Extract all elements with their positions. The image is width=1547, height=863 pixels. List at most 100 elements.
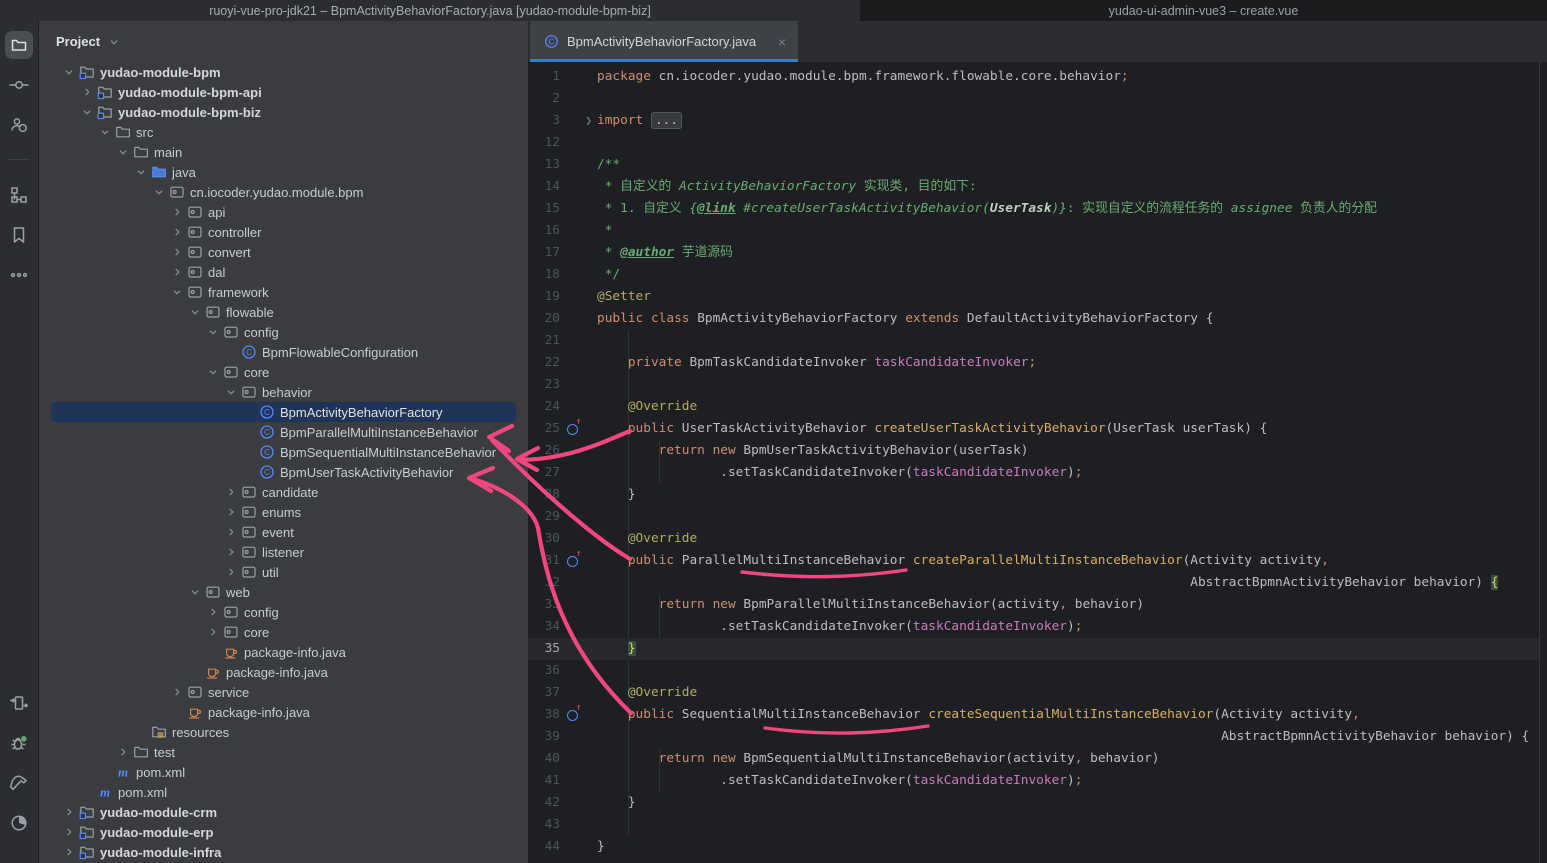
tree-item-test[interactable]: test (39, 742, 528, 762)
chevron-down-icon[interactable] (206, 365, 223, 379)
code-line-3[interactable]: 3❯import ... (528, 110, 1547, 132)
tree-item-web[interactable]: web (39, 582, 528, 602)
code-line-41[interactable]: 41 .setTaskCandidateInvoker(taskCandidat… (528, 770, 1547, 792)
scrollbar-track[interactable] (1539, 62, 1540, 863)
chevron-down-icon[interactable] (98, 125, 115, 139)
code-line-39[interactable]: 39 AbstractBpmnActivityBehavior behavior… (528, 726, 1547, 748)
code-line-34[interactable]: 34 .setTaskCandidateInvoker(taskCandidat… (528, 616, 1547, 638)
tree-item-config[interactable]: config (39, 602, 528, 622)
tree-item-behavior[interactable]: behavior (39, 382, 528, 402)
services-icon[interactable] (5, 689, 33, 717)
build-icon[interactable] (5, 769, 33, 797)
tree-item-api[interactable]: api (39, 202, 528, 222)
tree-item-config[interactable]: config (39, 322, 528, 342)
tree-item-core[interactable]: core (39, 362, 528, 382)
chevron-right-icon[interactable] (116, 745, 133, 759)
chevron-right-icon[interactable] (62, 825, 79, 839)
debug-icon[interactable] (5, 729, 33, 757)
code-line-43[interactable]: 43 (528, 814, 1547, 836)
project-tool-icon[interactable] (5, 31, 33, 59)
tree-item-event[interactable]: event (39, 522, 528, 542)
code-area[interactable]: 1package cn.iocoder.yudao.module.bpm.fra… (528, 66, 1547, 858)
code-line-35[interactable]: 35 } (528, 638, 1539, 660)
code-line-27[interactable]: 27 .setTaskCandidateInvoker(taskCandidat… (528, 462, 1547, 484)
code-line-42[interactable]: 42 } (528, 792, 1547, 814)
chevron-right-icon[interactable] (206, 625, 223, 639)
code-line-40[interactable]: 40 return new BpmSequentialMultiInstance… (528, 748, 1547, 770)
code-line-1[interactable]: 1package cn.iocoder.yudao.module.bpm.fra… (528, 66, 1547, 88)
code-line-36[interactable]: 36 (528, 660, 1547, 682)
tree-item-flowable[interactable]: flowable (39, 302, 528, 322)
code-line-23[interactable]: 23 (528, 374, 1547, 396)
code-editor[interactable]: 1package cn.iocoder.yudao.module.bpm.fra… (528, 62, 1547, 863)
tree-item-framework[interactable]: framework (39, 282, 528, 302)
tab-bpm-activity-behavior-factory[interactable]: C BpmActivityBehaviorFactory.java × (530, 21, 798, 62)
code-line-16[interactable]: 16 * (528, 220, 1547, 242)
chevron-right-icon[interactable] (62, 805, 79, 819)
tree-item-package-info-java[interactable]: package-info.java (39, 702, 528, 722)
chevron-right-icon[interactable] (224, 525, 241, 539)
overriding-method-icon[interactable]: ↑ (567, 556, 578, 567)
tree-item-pom-xml[interactable]: mpom.xml (39, 762, 528, 782)
tree-item-core[interactable]: core (39, 622, 528, 642)
tree-item-bpmsequentialmultiinstancebehavior[interactable]: CBpmSequentialMultiInstanceBehavior (39, 442, 528, 462)
chevron-right-icon[interactable] (62, 845, 79, 859)
project-panel-header[interactable]: Project (39, 21, 528, 62)
chevron-right-icon[interactable] (170, 245, 187, 259)
chevron-right-icon[interactable] (224, 545, 241, 559)
fold-chevron-icon[interactable]: ❯ (585, 110, 592, 132)
code-line-18[interactable]: 18 */ (528, 264, 1547, 286)
tree-item-package-info-java[interactable]: package-info.java (39, 662, 528, 682)
chevron-down-icon[interactable] (134, 165, 151, 179)
tree-item-pom-xml[interactable]: mpom.xml (39, 782, 528, 802)
tree-item-util[interactable]: util (39, 562, 528, 582)
tree-item-bpmactivitybehaviorfactory[interactable]: CBpmActivityBehaviorFactory (39, 402, 528, 422)
chevron-right-icon[interactable] (80, 85, 97, 99)
code-line-38[interactable]: 38↑ public SequentialMultiInstanceBehavi… (528, 704, 1547, 726)
code-line-22[interactable]: 22 private BpmTaskCandidateInvoker taskC… (528, 352, 1547, 374)
tree-item-yudao-module-bpm-biz[interactable]: yudao-module-bpm-biz (39, 102, 528, 122)
code-line-2[interactable]: 2 (528, 88, 1547, 110)
code-line-21[interactable]: 21 (528, 330, 1547, 352)
tree-item-controller[interactable]: controller (39, 222, 528, 242)
tree-item-resources[interactable]: resources (39, 722, 528, 742)
code-line-20[interactable]: 20public class BpmActivityBehaviorFactor… (528, 308, 1547, 330)
profiler-icon[interactable] (5, 809, 33, 837)
tree-item-yudao-module-bpm[interactable]: yudao-module-bpm (39, 62, 528, 82)
tree-item-yudao-module-crm[interactable]: yudao-module-crm (39, 802, 528, 822)
chevron-down-icon[interactable] (206, 325, 223, 339)
tree-item-main[interactable]: main (39, 142, 528, 162)
code-line-33[interactable]: 33 return new BpmParallelMultiInstanceBe… (528, 594, 1547, 616)
chevron-down-icon[interactable] (80, 105, 97, 119)
tree-item-yudao-module-bpm-api[interactable]: yudao-module-bpm-api (39, 82, 528, 102)
chevron-down-icon[interactable] (224, 385, 241, 399)
tree-item-yudao-module-erp[interactable]: yudao-module-erp (39, 822, 528, 842)
code-line-37[interactable]: 37 @Override (528, 682, 1547, 704)
code-line-28[interactable]: 28 } (528, 484, 1547, 506)
chevron-down-icon[interactable] (188, 585, 205, 599)
tree-item-dal[interactable]: dal (39, 262, 528, 282)
chevron-right-icon[interactable] (224, 485, 241, 499)
chevron-right-icon[interactable] (206, 605, 223, 619)
overriding-method-icon[interactable]: ↑ (567, 710, 578, 721)
tree-item-service[interactable]: service (39, 682, 528, 702)
code-line-32[interactable]: 32 AbstractBpmnActivityBehavior behavior… (528, 572, 1547, 594)
code-line-29[interactable]: 29 (528, 506, 1547, 528)
tree-item-bpmusertaskactivitybehavior[interactable]: CBpmUserTaskActivityBehavior (39, 462, 528, 482)
chevron-down-icon[interactable] (170, 285, 187, 299)
chevron-down-icon[interactable] (116, 145, 133, 159)
code-line-31[interactable]: 31↑ public ParallelMultiInstanceBehavior… (528, 550, 1547, 572)
chevron-right-icon[interactable] (224, 505, 241, 519)
chevron-down-icon[interactable] (62, 65, 79, 79)
code-line-14[interactable]: 14 * 自定义的 ActivityBehaviorFactory 实现类, 目… (528, 176, 1547, 198)
chevron-right-icon[interactable] (224, 565, 241, 579)
code-line-15[interactable]: 15 * 1. 自定义 {@link #createUserTaskActivi… (528, 198, 1547, 220)
code-line-26[interactable]: 26 return new BpmUserTaskActivityBehavio… (528, 440, 1547, 462)
more-tool-windows-icon[interactable] (5, 261, 33, 289)
tree-item-convert[interactable]: convert (39, 242, 528, 262)
pull-requests-icon[interactable] (5, 111, 33, 139)
chevron-right-icon[interactable] (170, 225, 187, 239)
chevron-right-icon[interactable] (170, 205, 187, 219)
chevron-down-icon[interactable] (188, 305, 205, 319)
tree-item-package-info-java[interactable]: package-info.java (39, 642, 528, 662)
